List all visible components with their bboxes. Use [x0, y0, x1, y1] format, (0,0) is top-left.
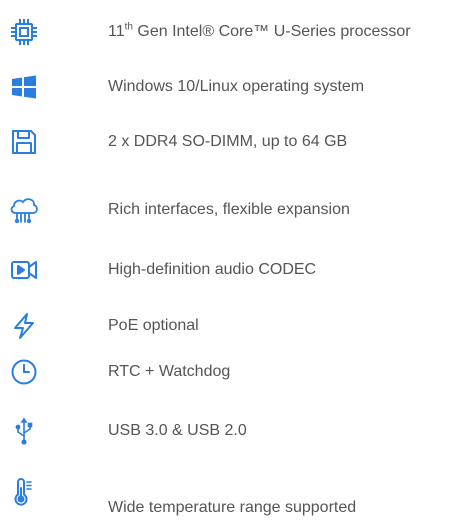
- clock-icon: [10, 358, 38, 386]
- feature-label: Wide temperature range supported: [108, 499, 357, 516]
- feature-item-temperature: Wide temperature range supported: [0, 476, 475, 516]
- feature-item-operating-system: Windows 10/Linux operating system: [0, 67, 475, 107]
- feature-list: 11th Gen Intel® Core™ U-Series processor…: [0, 0, 475, 532]
- feature-label: Rich interfaces, flexible expansion: [108, 201, 350, 218]
- cpu-icon: [10, 18, 38, 46]
- feature-label: USB 3.0 & USB 2.0: [108, 422, 247, 439]
- feature-item-processor: 11th Gen Intel® Core™ U-Series processor: [0, 12, 475, 52]
- feature-item-rtc: RTC + Watchdog: [0, 352, 475, 392]
- feature-item-poe: PoE optional: [0, 306, 475, 346]
- feature-label: RTC + Watchdog: [108, 363, 231, 380]
- feature-item-interfaces: Rich interfaces, flexible expansion: [0, 190, 475, 230]
- video-camera-icon: [10, 256, 38, 284]
- thermometer-icon: [10, 478, 38, 506]
- feature-label: 2 x DDR4 SO-DIMM, up to 64 GB: [108, 133, 348, 150]
- windows-logo-icon: [10, 73, 38, 101]
- feature-item-memory: 2 x DDR4 SO-DIMM, up to 64 GB: [0, 122, 475, 162]
- usb-icon: [10, 417, 38, 445]
- feature-label: Windows 10/Linux operating system: [108, 78, 365, 95]
- floppy-disk-icon: [10, 128, 38, 156]
- feature-label: High-definition audio CODEC: [108, 261, 317, 278]
- cloud-network-icon: [8, 194, 40, 226]
- feature-item-audio: High-definition audio CODEC: [0, 250, 475, 290]
- lightning-bolt-icon: [10, 312, 38, 340]
- feature-item-usb: USB 3.0 & USB 2.0: [0, 411, 475, 451]
- feature-label: 11th Gen Intel® Core™ U-Series processor: [108, 21, 411, 40]
- feature-label: PoE optional: [108, 317, 199, 334]
